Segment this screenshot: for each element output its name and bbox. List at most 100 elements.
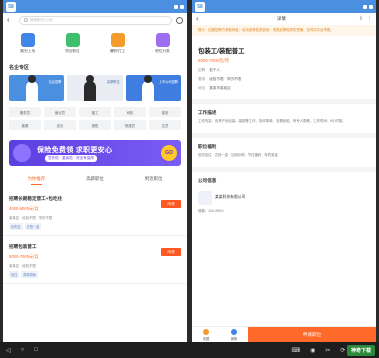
favorite-label: 收藏 [202, 336, 210, 341]
job-card[interactable]: 招聘包装普工 5000-7000元/月 某某区 · 经验不限 包住 周末双休 申… [3, 236, 187, 284]
apply-job-button[interactable]: 申请职位 [248, 327, 376, 342]
wifi-icon [363, 4, 367, 9]
search-input[interactable]: 搜索职位/公司 [19, 15, 172, 25]
back-nav-icon[interactable]: ◁ [6, 347, 11, 354]
quick-label: 附近职位 [65, 49, 80, 53]
benefit-text: 包吃包住 · 五险一金 · 加班补助 · 节日福利 · 年终奖金 [198, 152, 278, 157]
shield-icon [13, 144, 31, 162]
category-chip[interactable]: 服务员 [9, 107, 41, 117]
quick-parttime[interactable]: 兼职/打工 [98, 33, 138, 54]
screenshot-icon[interactable]: ✂ [325, 347, 330, 354]
header-actions: ⇪ ⋮ [359, 16, 372, 22]
job-card[interactable]: 招聘长期稳定普工+包吃住 4000-6000元/月 某某区 · 经验不限 · 学… [3, 188, 187, 236]
banner-tag: 高薪职位 [106, 80, 120, 84]
resume-icon [20, 33, 35, 47]
banner-tag: 名企招聘 [48, 80, 62, 84]
info-value: 若干人 [209, 68, 220, 73]
back-button[interactable]: ‹ [7, 16, 15, 24]
status-bar: 58 [3, 0, 187, 13]
quick-label: 兼职/打工 [109, 49, 126, 53]
apply-button[interactable]: 申请 [161, 248, 181, 256]
app-logo: 58 [195, 1, 205, 12]
share-icon[interactable]: ⇪ [359, 16, 363, 22]
status-bar: 58 [192, 0, 376, 13]
job-tags: 包吃住 五险一金 [9, 223, 181, 230]
banner-card[interactable]: 上市公司招聘 [125, 75, 181, 101]
search-icon [24, 18, 28, 22]
location-icon [65, 33, 80, 47]
status-icons [363, 4, 373, 9]
category-grid: 服务员 营业员 普工 司机 保安 客服 店长 销售 快递员 文员 [3, 101, 187, 136]
battery-icon [180, 4, 184, 9]
warning-notice: 提示：如遇招聘方收取押金、培训费等各类费用，请提高警惕谨防受骗，及时向平台举报。 [192, 25, 376, 37]
emulator-toolbar: ◁ ○ □ ⌨ ◉ ✂ ⟳ ⌖ ⛶ [0, 342, 379, 358]
chat-label: 微聊 [230, 336, 238, 341]
info-line: 招聘 若干人 [192, 64, 376, 73]
more-icon[interactable]: ⋮ [367, 16, 372, 22]
tab-high-salary[interactable]: 高薪职位 [86, 176, 104, 185]
category-chip[interactable]: 文员 [149, 120, 181, 130]
quick-nearby[interactable]: 附近职位 [53, 33, 93, 54]
quick-category[interactable]: 职位分类 [143, 33, 183, 54]
favorite-button[interactable]: 收藏 [192, 327, 220, 342]
right-phone-screen: 58 ‹ 详情 ⇪ ⋮ 提示：如遇招聘方收取押金、培训费等各类费用，请提高警惕谨… [192, 0, 376, 342]
left-phone-screen: 58 ‹ 搜索职位/公司 简历/上传 附近职位 兼职/打工 职位分类 名企专区 … [3, 0, 187, 342]
category-chip[interactable]: 营业员 [44, 107, 76, 117]
company-size: 规模：100-499人 [198, 208, 225, 213]
info-label: 要求 [198, 77, 206, 82]
chat-icon [231, 328, 237, 335]
status-icons [174, 4, 184, 9]
company-name: 某某科技有限公司 [215, 195, 246, 200]
info-line[interactable]: 地址 某某市某某区 [192, 82, 376, 91]
category-chip[interactable]: 店长 [44, 120, 76, 130]
keyboard-icon[interactable]: ⌨ [291, 347, 300, 354]
banner-card[interactable]: 名企招聘 [9, 75, 65, 101]
promo-banner[interactable]: 保险免费领 求职更安心 意外险 · 重疾险 · 安全有保障 GO [9, 140, 181, 166]
apply-button[interactable]: 申请 [161, 200, 181, 208]
quick-label: 简历/上传 [19, 49, 36, 53]
job-salary: 4000-6000元/月 [9, 206, 39, 211]
category-chip[interactable]: 客服 [9, 120, 41, 130]
job-tag: 周末双休 [21, 271, 39, 278]
promo-title: 保险免费领 求职更安心 [37, 147, 113, 154]
info-label: 地址 [198, 86, 206, 91]
page-title: 详情 [277, 16, 286, 21]
quick-actions: 简历/上传 附近职位 兼职/打工 职位分类 [3, 27, 187, 56]
category-chip[interactable]: 快递员 [114, 120, 146, 130]
detail-header: ‹ 详情 ⇪ ⋮ [192, 13, 376, 25]
visibility-icon[interactable]: ◉ [310, 347, 315, 354]
battery-icon [369, 4, 373, 9]
promo-go-button[interactable]: GO [161, 145, 177, 161]
user-icon[interactable] [176, 16, 183, 24]
info-value: 经验不限 · 学历不限 [209, 77, 242, 82]
briefcase-icon [110, 33, 125, 47]
recent-nav-icon[interactable]: □ [34, 347, 38, 353]
chat-button[interactable]: 微聊 [220, 327, 248, 342]
job-tag: 包住 [9, 271, 20, 278]
promo-subtitle: 意外险 · 重疾险 · 安全有保障 [45, 155, 97, 162]
person-image [83, 75, 96, 101]
app-logo: 58 [6, 1, 16, 12]
company-row[interactable]: 某某科技有限公司 [192, 187, 376, 209]
job-title: 包装工/装配普工 [198, 48, 245, 56]
company-title: 公司信息 [198, 177, 217, 183]
wifi-icon [174, 4, 178, 9]
category-chip[interactable]: 普工 [79, 107, 111, 117]
tab-nearby[interactable]: 附近职位 [145, 176, 163, 185]
job-tag: 五险一金 [24, 223, 42, 230]
description-title: 工作描述 [198, 110, 217, 116]
quick-resume[interactable]: 简历/上传 [8, 33, 48, 54]
rotate-icon[interactable]: ⟳ [340, 347, 345, 354]
top-bar: ‹ 搜索职位/公司 [3, 13, 187, 27]
job-salary: 5000-7000元/月 [9, 254, 39, 259]
category-chip[interactable]: 销售 [79, 120, 111, 130]
tab-recommend[interactable]: 为你推荐 [28, 176, 45, 185]
company-logo [198, 190, 212, 205]
description-text: 工作内容：负责产品包装、装配等工作，操作简单，无需经验，有专人带教。工作时间：8… [198, 119, 346, 124]
banner-card[interactable]: 高薪职位 [67, 75, 123, 101]
home-nav-icon[interactable]: ○ [21, 347, 25, 353]
back-button[interactable]: ‹ [196, 15, 204, 23]
category-chip[interactable]: 保安 [149, 107, 181, 117]
category-chip[interactable]: 司机 [114, 107, 146, 117]
person-image [25, 75, 38, 101]
